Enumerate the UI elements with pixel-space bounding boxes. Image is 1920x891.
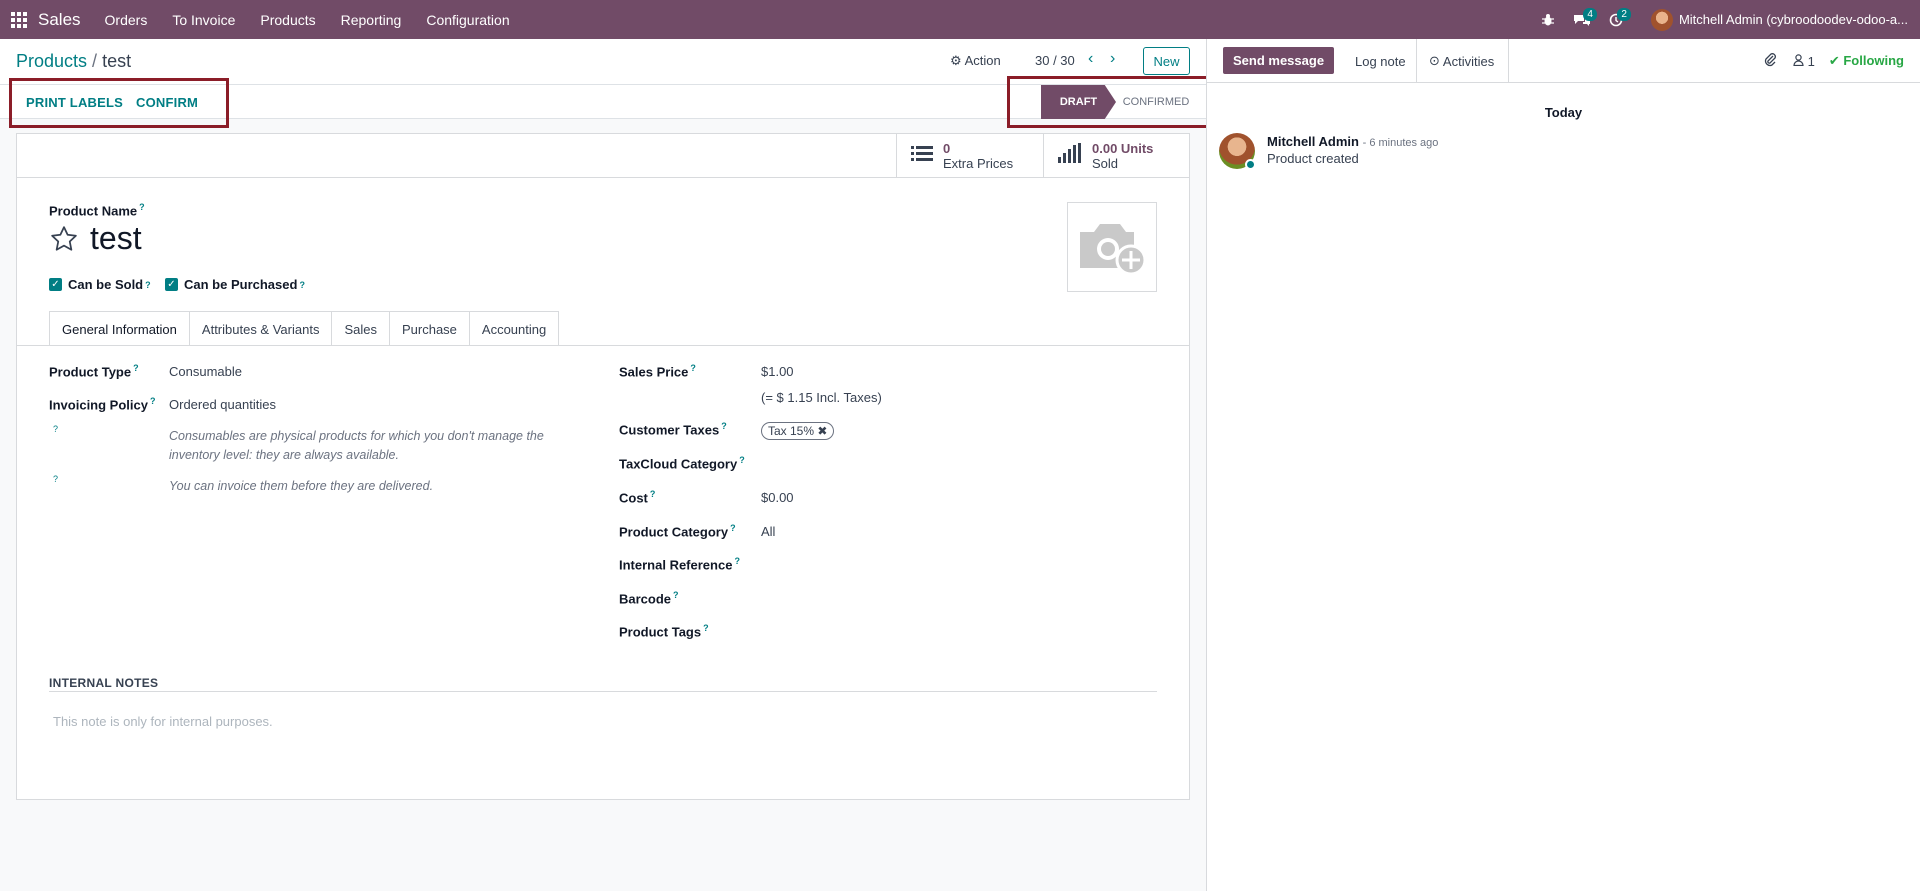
- pager-previous-icon[interactable]: ‹: [1088, 50, 1093, 68]
- debug-bug-icon[interactable]: [1531, 0, 1565, 39]
- apps-menu-icon[interactable]: [0, 0, 38, 39]
- can-be-purchased[interactable]: ✓ Can be Purchased?: [165, 277, 305, 292]
- message-time: - 6 minutes ago: [1362, 137, 1439, 149]
- chatter-actions: 1 ✔ Following: [1763, 52, 1904, 70]
- message-author: Mitchell Admin - 6 minutes ago: [1267, 134, 1439, 149]
- extra-prices-button[interactable]: 0 Extra Prices: [896, 134, 1043, 177]
- product-category-label: Product Category?: [619, 523, 736, 540]
- followers-button[interactable]: 1: [1793, 54, 1815, 69]
- activities-clock-icon[interactable]: 2: [1599, 0, 1633, 39]
- user-avatar: [1650, 8, 1673, 31]
- list-icon: [911, 143, 933, 169]
- product-category-value[interactable]: All: [761, 524, 775, 539]
- cost-value[interactable]: $0.00: [761, 490, 794, 505]
- product-tags-label: Product Tags?: [619, 623, 709, 640]
- tab-accounting[interactable]: Accounting: [469, 311, 560, 346]
- menu-configuration[interactable]: Configuration: [426, 12, 509, 28]
- activities-badge: 2: [1617, 8, 1631, 21]
- remove-tag-icon[interactable]: ✖: [817, 424, 827, 438]
- product-image-upload[interactable]: [1067, 202, 1157, 292]
- gear-icon: ⚙: [950, 53, 962, 68]
- clock-icon: ⊙: [1429, 53, 1440, 68]
- internal-notes-input[interactable]: This note is only for internal purposes.: [53, 714, 273, 729]
- app-name[interactable]: Sales: [38, 10, 81, 30]
- date-separator: Today: [1544, 105, 1583, 120]
- product-name-input[interactable]: test: [90, 220, 142, 257]
- taxcloud-category-label: TaxCloud Category?: [619, 455, 745, 472]
- customer-taxes-label: Customer Taxes?: [619, 421, 727, 438]
- log-note-button[interactable]: Log note: [1345, 39, 1417, 83]
- paperclip-icon[interactable]: [1763, 52, 1777, 70]
- breadcrumb-current: test: [102, 51, 132, 71]
- action-button[interactable]: ⚙ Action: [950, 53, 1001, 69]
- user-menu[interactable]: Mitchell Admin (cybroodoodev-odoo-a...: [1650, 8, 1908, 31]
- star-icon[interactable]: [49, 224, 79, 257]
- help-invoice-icon: ?: [53, 474, 59, 484]
- breadcrumb-products[interactable]: Products: [16, 51, 87, 71]
- camera-plus-icon: [1080, 224, 1147, 276]
- menu-orders[interactable]: Orders: [105, 12, 148, 28]
- user-icon: [1793, 53, 1808, 69]
- cost-label: Cost?: [619, 489, 656, 506]
- menu-reporting[interactable]: Reporting: [341, 12, 402, 28]
- new-button[interactable]: New: [1143, 47, 1190, 75]
- breadcrumb-separator: /: [92, 51, 98, 71]
- extra-prices-label: Extra Prices: [943, 155, 1014, 171]
- menu-products[interactable]: Products: [260, 12, 315, 28]
- product-name-label: Product Name?: [49, 202, 145, 219]
- top-navbar: Sales Orders To Invoice Products Reporti…: [0, 0, 1920, 39]
- can-be-sold[interactable]: ✓ Can be Sold?: [49, 277, 151, 292]
- help-consumable-icon: ?: [53, 424, 59, 434]
- notebook-tabs: General Information Attributes & Variant…: [49, 311, 560, 346]
- activities-button[interactable]: ⊙ Activities: [1415, 39, 1510, 83]
- sales-price-label: Sales Price?: [619, 363, 696, 380]
- incl-taxes-value: (= $ 1.15 Incl. Taxes): [761, 390, 882, 405]
- can-be-purchased-checkbox[interactable]: ✓: [165, 278, 178, 291]
- help-invoice-text: You can invoice them before they are del…: [169, 479, 434, 493]
- pager-next-icon[interactable]: ›: [1110, 50, 1115, 68]
- user-name: Mitchell Admin (cybroodoodev-odoo-a...: [1678, 12, 1908, 27]
- messages-badge: 4: [1583, 8, 1597, 21]
- product-type-label: Product Type?: [49, 363, 139, 380]
- sold-button[interactable]: 0.00 Units Sold: [1043, 134, 1189, 177]
- sales-price-value[interactable]: $1.00: [761, 364, 794, 379]
- breadcrumb: Products / test: [16, 51, 131, 72]
- help-consumable-text: Consumables are physical products for wh…: [169, 429, 544, 462]
- tab-sales[interactable]: Sales: [332, 311, 390, 346]
- form-sheet: 0 Extra Prices 0.00 Units Sold Product N…: [16, 133, 1190, 800]
- online-status-icon: [1245, 159, 1256, 170]
- extra-prices-value: 0: [943, 140, 951, 156]
- button-box: 0 Extra Prices 0.00 Units Sold: [896, 134, 1189, 177]
- messages-icon[interactable]: 4: [1565, 0, 1599, 39]
- highlight-box-actions: [9, 78, 229, 128]
- check-icon: ✔: [1828, 53, 1840, 68]
- invoicing-policy-value[interactable]: Ordered quantities: [169, 397, 276, 412]
- chatter-topbar: Send message Log note ⊙ Activities 1 ✔ F…: [1207, 39, 1920, 83]
- notes-divider: [49, 691, 1157, 692]
- tab-general-information[interactable]: General Information: [49, 311, 190, 346]
- tab-attributes-variants[interactable]: Attributes & Variants: [189, 311, 333, 346]
- internal-notes-label: INTERNAL NOTES: [49, 676, 159, 690]
- sold-label: Sold: [1092, 155, 1119, 171]
- sheet-divider: [17, 177, 1189, 178]
- tabs-line: [17, 345, 1189, 346]
- barcode-label: Barcode?: [619, 590, 679, 607]
- invoicing-policy-label: Invoicing Policy?: [49, 396, 156, 413]
- chatter: Send message Log note ⊙ Activities 1 ✔ F…: [1206, 39, 1920, 891]
- pager-value[interactable]: 30 / 30: [1035, 53, 1075, 68]
- sold-value: 0.00 Units: [1092, 140, 1154, 156]
- product-type-value[interactable]: Consumable: [169, 364, 242, 379]
- tab-purchase[interactable]: Purchase: [389, 311, 470, 346]
- internal-reference-label: Internal Reference?: [619, 556, 740, 573]
- can-be-sold-checkbox[interactable]: ✓: [49, 278, 62, 291]
- tax-tag[interactable]: Tax 15% ✖: [761, 422, 835, 440]
- menu-to-invoice[interactable]: To Invoice: [172, 12, 235, 28]
- message-body: Product created: [1267, 151, 1359, 166]
- following-button[interactable]: ✔ Following: [1829, 53, 1904, 69]
- form-header: PRINT LABELS CONFIRM DRAFT CONFIRMED: [0, 76, 1242, 128]
- signal-bars-icon: [1058, 142, 1082, 169]
- send-message-button[interactable]: Send message: [1223, 47, 1335, 74]
